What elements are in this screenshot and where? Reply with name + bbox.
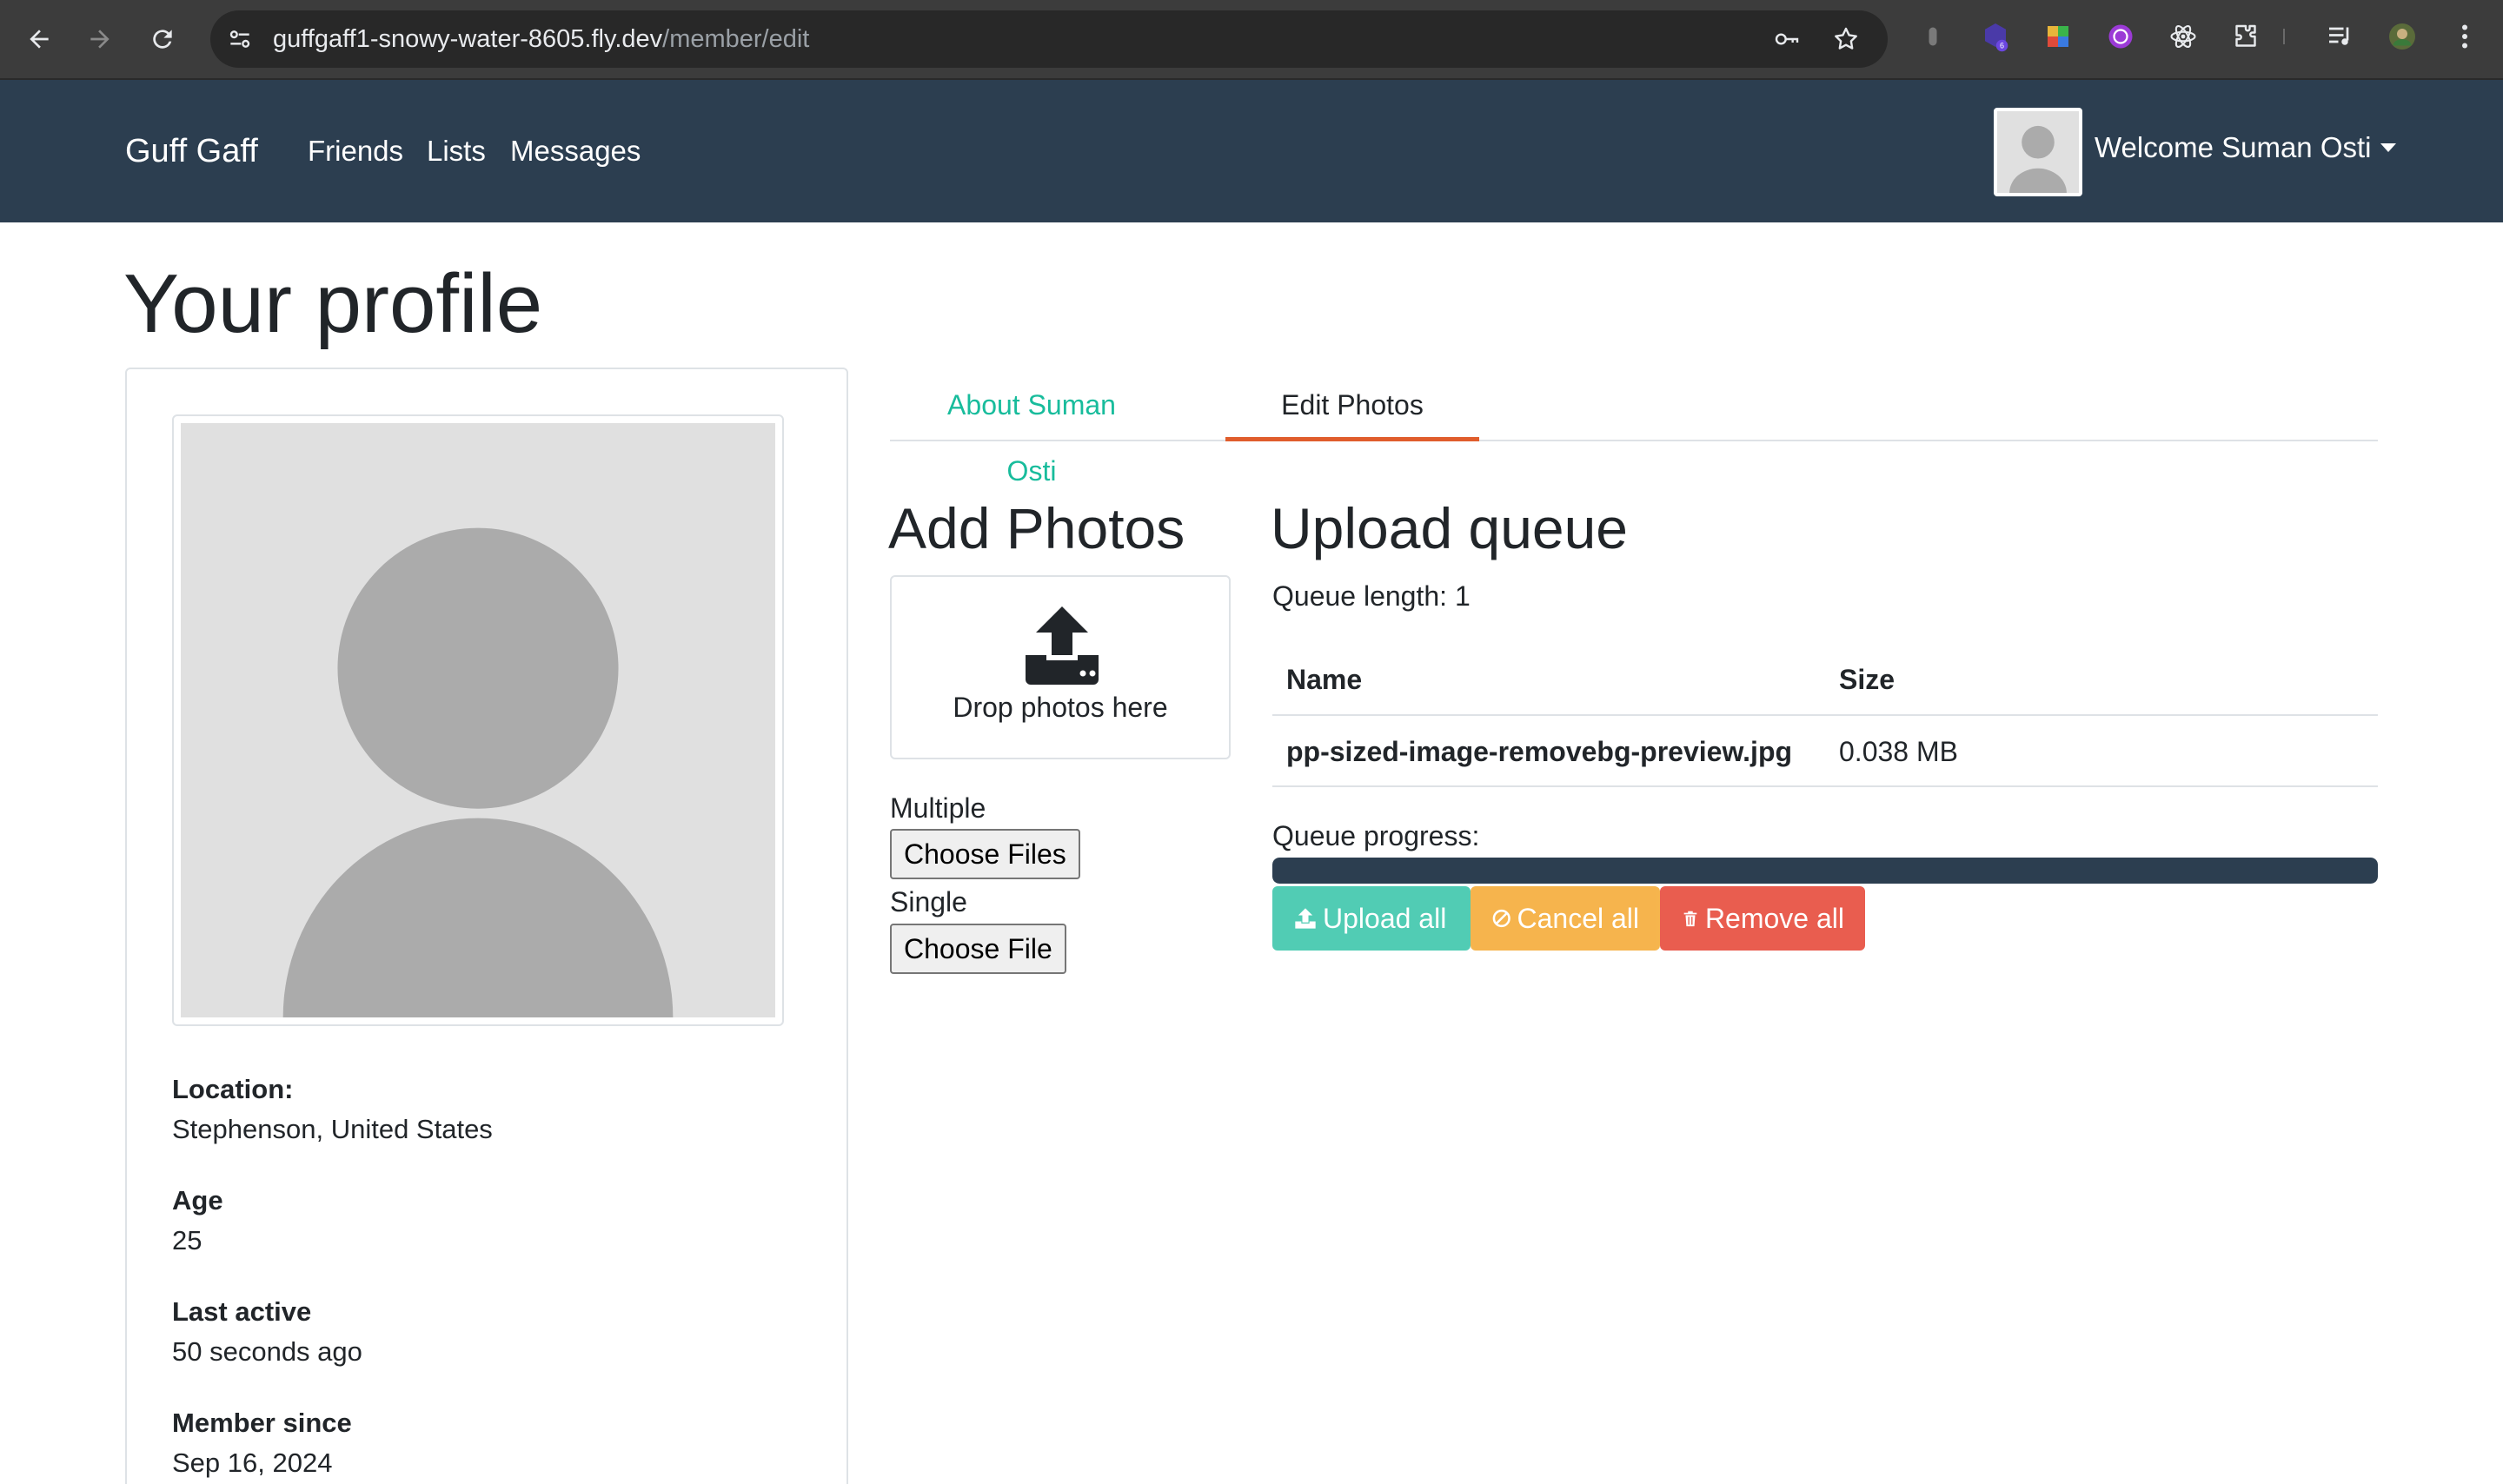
column-header-size: Size bbox=[1839, 664, 1896, 695]
info-label: Location: bbox=[172, 1074, 294, 1104]
app-navbar: Guff Gaff Friends Lists Messages Welcome… bbox=[0, 80, 2503, 222]
profile-tabs: About Suman Osti Edit Photos bbox=[890, 372, 2378, 487]
cancel-all-label: Cancel all bbox=[1517, 903, 1639, 934]
queue-progress-bar bbox=[1272, 858, 2378, 884]
info-value: Sep 16, 2024 bbox=[172, 1448, 333, 1478]
file-size: 0.038 MB bbox=[1839, 736, 1958, 767]
info-value: Stephenson, United States bbox=[172, 1114, 493, 1144]
browser-toolbar: guffgaff1-snowy-water-8605.fly.dev/membe… bbox=[0, 0, 2503, 80]
profile-avatar-icon[interactable] bbox=[2385, 19, 2420, 54]
extension-gray-icon[interactable] bbox=[1915, 19, 1950, 54]
toolbar-divider bbox=[2281, 19, 2287, 54]
extensions-puzzle-icon[interactable] bbox=[2228, 19, 2263, 54]
file-name: pp-sized-image-removebg-preview.jpg bbox=[1286, 736, 1793, 767]
column-header-name: Name bbox=[1286, 664, 1363, 695]
info-location: Location: Stephenson, United States bbox=[172, 1070, 493, 1149]
user-placeholder-icon bbox=[181, 423, 775, 1017]
info-value: 50 seconds ago bbox=[172, 1336, 362, 1367]
extension-color-icon[interactable] bbox=[2041, 19, 2075, 54]
info-age: Age 25 bbox=[172, 1181, 223, 1261]
nav-link-friends[interactable]: Friends bbox=[308, 80, 403, 222]
brand-link[interactable]: Guff Gaff bbox=[125, 80, 258, 222]
media-icon[interactable] bbox=[2322, 19, 2357, 54]
info-label: Age bbox=[172, 1185, 223, 1216]
tab-about[interactable]: About Suman Osti bbox=[923, 372, 1140, 487]
profile-photo bbox=[172, 414, 784, 1026]
upload-all-button[interactable]: Upload all bbox=[1272, 886, 1471, 951]
upload-icon bbox=[1295, 908, 1316, 929]
info-label: Member since bbox=[172, 1408, 352, 1438]
tab-edit-photos[interactable]: Edit Photos bbox=[1225, 372, 1479, 441]
nav-link-lists[interactable]: Lists bbox=[427, 80, 486, 222]
queue-table: Name Size pp-sized-image-removebg-previe… bbox=[1272, 648, 2378, 787]
user-menu-toggle[interactable]: Welcome Suman Osti bbox=[2095, 80, 2396, 222]
address-bar[interactable]: guffgaff1-snowy-water-8605.fly.dev/membe… bbox=[210, 10, 1888, 68]
page-title: Your profile bbox=[123, 257, 543, 350]
queue-length: Queue length: 1 bbox=[1272, 580, 1471, 612]
menu-icon[interactable] bbox=[2447, 19, 2482, 54]
multiple-label: Multiple bbox=[890, 792, 986, 824]
url-text: guffgaff1-snowy-water-8605.fly.dev/membe… bbox=[273, 10, 809, 68]
star-icon[interactable] bbox=[1832, 25, 1860, 53]
profile-card: Location: Stephenson, United States Age … bbox=[125, 368, 848, 1484]
site-info-icon[interactable] bbox=[226, 25, 254, 53]
info-member-since: Member since Sep 16, 2024 bbox=[172, 1403, 352, 1483]
url-host: guffgaff1-snowy-water-8605.fly.dev bbox=[273, 25, 663, 53]
welcome-text: Welcome Suman Osti bbox=[2095, 131, 2372, 163]
queue-table-header: Name Size bbox=[1272, 648, 2378, 716]
extension-purple-icon[interactable] bbox=[2103, 19, 2138, 54]
remove-all-button[interactable]: Remove all bbox=[1660, 886, 1865, 951]
upload-tray-icon bbox=[1026, 606, 1099, 685]
back-icon[interactable] bbox=[21, 21, 57, 57]
upload-queue-heading: Upload queue bbox=[1271, 496, 1629, 560]
trash-icon bbox=[1683, 911, 1697, 927]
add-photos-heading: Add Photos bbox=[888, 496, 1185, 560]
info-value: 25 bbox=[172, 1225, 202, 1255]
queue-progress-label: Queue progress: bbox=[1272, 820, 1480, 851]
table-row: pp-sized-image-removebg-preview.jpg 0.03… bbox=[1272, 716, 2378, 787]
choose-file-button[interactable]: Choose File bbox=[890, 924, 1066, 974]
remove-all-label: Remove all bbox=[1704, 903, 1844, 934]
queue-progress-fill bbox=[1272, 858, 2378, 884]
info-last-active: Last active 50 seconds ago bbox=[172, 1292, 362, 1372]
single-label: Single bbox=[890, 886, 967, 918]
dropzone-text: Drop photos here bbox=[953, 692, 1168, 723]
reload-icon[interactable] bbox=[144, 21, 181, 57]
extension-hex-icon[interactable]: 6 bbox=[1978, 19, 2013, 54]
user-placeholder-icon bbox=[1997, 111, 2079, 193]
nav-link-messages[interactable]: Messages bbox=[510, 80, 641, 222]
react-devtools-icon[interactable] bbox=[2166, 19, 2201, 54]
cancel-all-button[interactable]: Cancel all bbox=[1471, 886, 1660, 951]
choose-files-button[interactable]: Choose Files bbox=[890, 829, 1080, 879]
info-label: Last active bbox=[172, 1296, 312, 1327]
caret-down-icon bbox=[2380, 143, 2396, 152]
forward-icon[interactable] bbox=[82, 21, 118, 57]
ban-icon bbox=[1492, 909, 1510, 928]
extension-badge: 6 bbox=[2000, 42, 2004, 50]
key-icon[interactable] bbox=[1773, 25, 1801, 53]
url-path: /member/edit bbox=[662, 25, 810, 53]
upload-all-label: Upload all bbox=[1323, 903, 1447, 934]
nav-avatar[interactable] bbox=[1994, 108, 2082, 196]
photo-dropzone[interactable]: Drop photos here bbox=[890, 575, 1231, 759]
